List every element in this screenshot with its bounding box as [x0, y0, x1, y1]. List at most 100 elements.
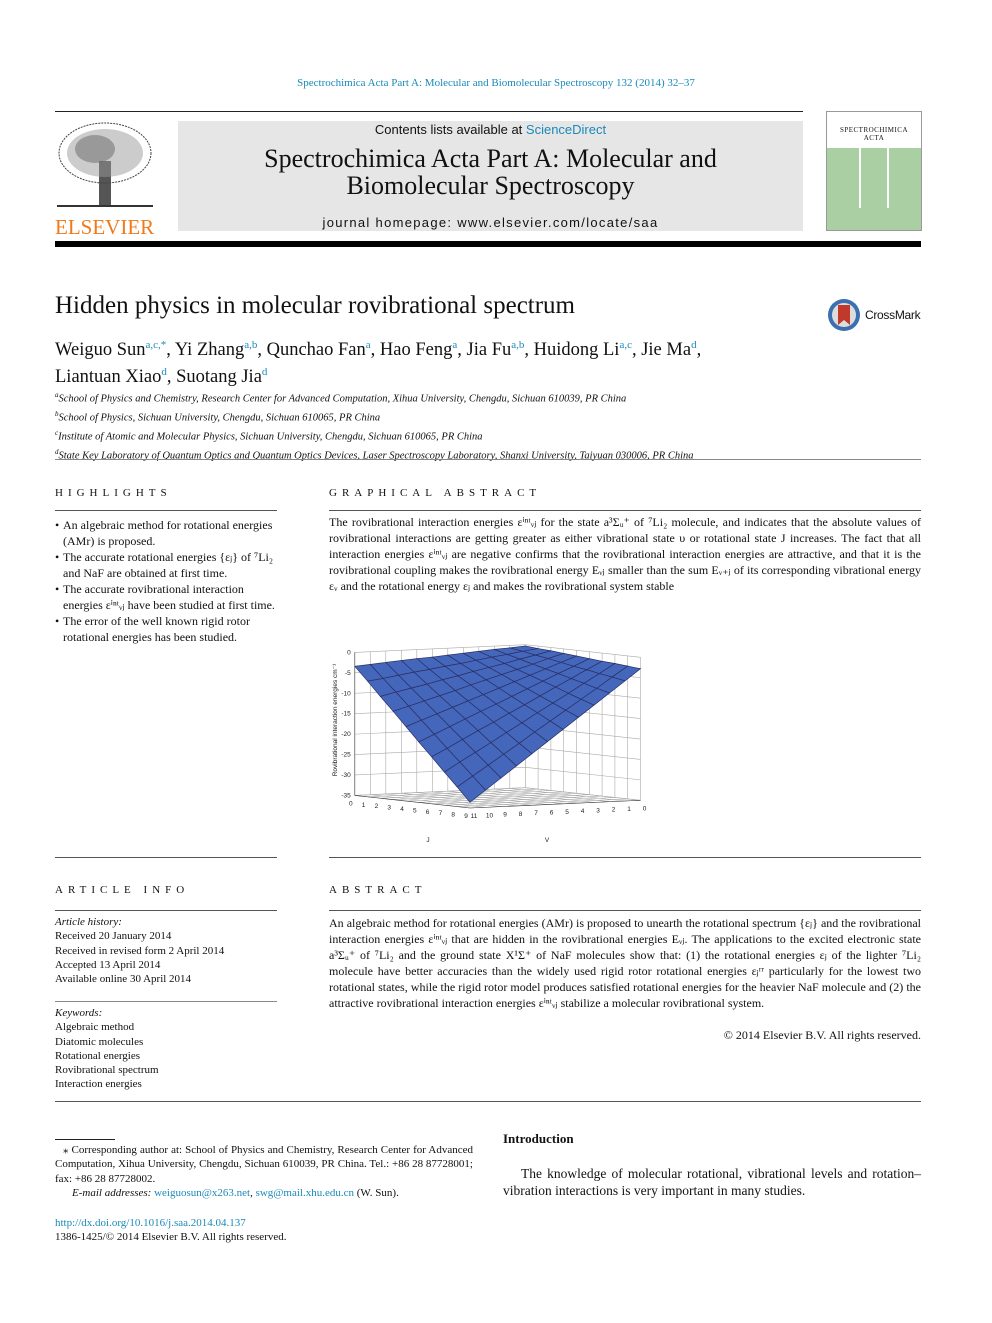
author-affiliation[interactable]: a	[366, 339, 371, 351]
wall-gridline	[525, 766, 641, 781]
j-axis-line	[354, 795, 471, 809]
author-name: Jie Ma	[641, 340, 692, 361]
highlight-item: The error of the well known rigid rotor …	[55, 613, 277, 645]
author-name: Hao Feng	[379, 340, 453, 361]
elsevier-wordmark: ELSEVIER	[55, 215, 155, 239]
journal-banner: Contents lists available at ScienceDirec…	[178, 121, 803, 231]
affiliation-text: Institute of Atomic and Molecular Physic…	[58, 431, 483, 443]
journal-reference[interactable]: Spectrochimica Acta Part A: Molecular an…	[0, 77, 992, 89]
affiliation: dState Key Laboratory of Quantum Optics …	[55, 445, 694, 464]
introduction-text: The knowledge of molecular rotational, v…	[503, 1166, 921, 1198]
journal-title: Spectrochimica Acta Part A: Molecular an…	[178, 145, 803, 199]
author[interactable]: Suotang Jiad	[176, 366, 268, 387]
floor-gridline	[494, 788, 610, 802]
author[interactable]: Yi Zhanga,b	[174, 339, 258, 361]
v-tick-label: 7	[534, 810, 538, 817]
v-tick-label: 6	[550, 810, 554, 817]
journal-cover[interactable]: SPECTROCHIMICA ACTA	[826, 111, 922, 231]
doi-text[interactable]: http://dx.doi.org/10.1016/j.saa.2014.04.…	[55, 1217, 246, 1229]
j-tick-label: 1	[362, 802, 366, 809]
cover-stripe	[859, 148, 861, 208]
journal-title-line-2: Biomolecular Spectroscopy	[346, 171, 635, 200]
keywords: Keywords: Algebraic method Diatomic mole…	[55, 1006, 277, 1092]
email-link[interactable]: weiguosun@x263.net	[154, 1187, 250, 1199]
elsevier-tree-icon	[57, 122, 153, 207]
author[interactable]: Liantuan Xiaod	[55, 366, 167, 387]
v-axis-label: V	[545, 837, 550, 844]
crossmark-button[interactable]: CrossMark	[827, 298, 921, 332]
divider	[55, 111, 803, 112]
v-tick-label: 8	[519, 811, 523, 818]
email-label: E-mail addresses:	[72, 1187, 152, 1199]
history-item: Available online 30 April 2014	[55, 973, 192, 986]
v-tick-label: 2	[612, 807, 616, 814]
divider	[55, 857, 277, 858]
keyword: Rotational energies	[55, 1049, 141, 1062]
j-tick-label: 5	[413, 807, 417, 814]
affiliations: aSchool of Physics and Chemistry, Resear…	[55, 388, 694, 464]
author-name: Yi Zhang	[174, 340, 245, 361]
j-tick-label: 9	[464, 813, 468, 820]
author-affiliation[interactable]: d	[161, 366, 167, 378]
highlight-item: The accurate rovibrational interaction e…	[55, 581, 277, 613]
v-tick-label: 9	[503, 812, 507, 819]
author[interactable]: Weiguo Suna,c,*	[55, 339, 167, 361]
divider	[329, 857, 921, 858]
z-axis-label: Rovibrational interaction energies cm⁻¹	[332, 663, 339, 776]
z-tick-label: -15	[341, 711, 351, 718]
v-tick-label: 0	[643, 805, 647, 812]
affiliation: bSchool of Physics, Sichuan University, …	[55, 407, 694, 426]
highlights-list: An algebraic method for rotational energ…	[55, 517, 277, 645]
divider	[55, 910, 277, 911]
crossmark-icon	[828, 299, 860, 331]
divider	[55, 510, 277, 511]
doi-link[interactable]: http://dx.doi.org/10.1016/j.saa.2014.04.…	[55, 1216, 246, 1230]
abstract-text: An algebraic method for rotational energ…	[329, 916, 921, 1010]
abstract-copyright: © 2014 Elsevier B.V. All rights reserved…	[723, 1028, 921, 1042]
article-title: Hidden physics in molecular rovibrationa…	[55, 292, 576, 319]
article-history: Article history: Received 20 January 201…	[55, 915, 277, 986]
z-tick-label: 0	[347, 649, 351, 656]
z-tick-label: -30	[341, 772, 351, 779]
footnote-rule	[55, 1139, 115, 1140]
floor-gridline	[401, 793, 517, 807]
author[interactable]: Qunchao Fana	[267, 339, 371, 360]
author[interactable]: Jia Fua,b	[466, 339, 525, 361]
keywords-label: Keywords:	[55, 1007, 103, 1019]
contents-line: Contents lists available at ScienceDirec…	[178, 122, 803, 137]
author-name: Jia Fu	[466, 340, 512, 361]
z-tick-label: -10	[341, 690, 351, 697]
cover-title: SPECTROCHIMICA ACTA	[827, 112, 921, 148]
author[interactable]: Huidong Lia,c	[534, 339, 632, 360]
v-tick-label: 5	[565, 809, 569, 816]
wall-gridline	[525, 787, 641, 801]
author-affiliation[interactable]: a	[452, 339, 457, 351]
author-affiliation[interactable]: a,b	[244, 339, 257, 351]
keyword: Diatomic molecules	[55, 1035, 144, 1048]
email-link[interactable]: swg@mail.xhu.edu.cn	[256, 1187, 354, 1199]
divider	[55, 1001, 277, 1002]
author-affiliation[interactable]: a,c,*	[146, 339, 167, 351]
v-tick-label: 1	[627, 806, 631, 813]
email-suffix: (W. Sun).	[354, 1187, 399, 1199]
sciencedirect-link[interactable]: ScienceDirect	[526, 122, 606, 137]
graphical-abstract-heading: GRAPHICAL ABSTRACT	[329, 487, 542, 499]
author[interactable]: Hao Fenga	[379, 339, 457, 361]
journal-homepage[interactable]: journal homepage: www.elsevier.com/locat…	[178, 215, 803, 230]
author-affiliation[interactable]: a,c	[619, 339, 632, 351]
cover-title-2: ACTA	[863, 134, 885, 142]
j-tick-label: 2	[375, 803, 379, 810]
elsevier-logo[interactable]: ELSEVIER	[55, 121, 155, 238]
introduction-heading: Introduction	[503, 1131, 574, 1146]
author-affiliation[interactable]: d	[262, 366, 268, 378]
keyword: Rovibrational spectrum	[55, 1064, 159, 1077]
author-affiliation[interactable]: a,b	[511, 339, 524, 351]
keyword: Algebraic method	[55, 1021, 135, 1034]
divider	[329, 510, 921, 511]
author-name: Weiguo Sun	[55, 340, 146, 361]
author[interactable]: Jie Mad	[641, 339, 697, 361]
abstract-heading: ABSTRACT	[329, 884, 427, 896]
graphical-abstract-text: The rovibrational interaction energies ε…	[329, 515, 921, 593]
cover-stripe	[887, 148, 889, 208]
author-affiliation[interactable]: d	[691, 339, 697, 351]
